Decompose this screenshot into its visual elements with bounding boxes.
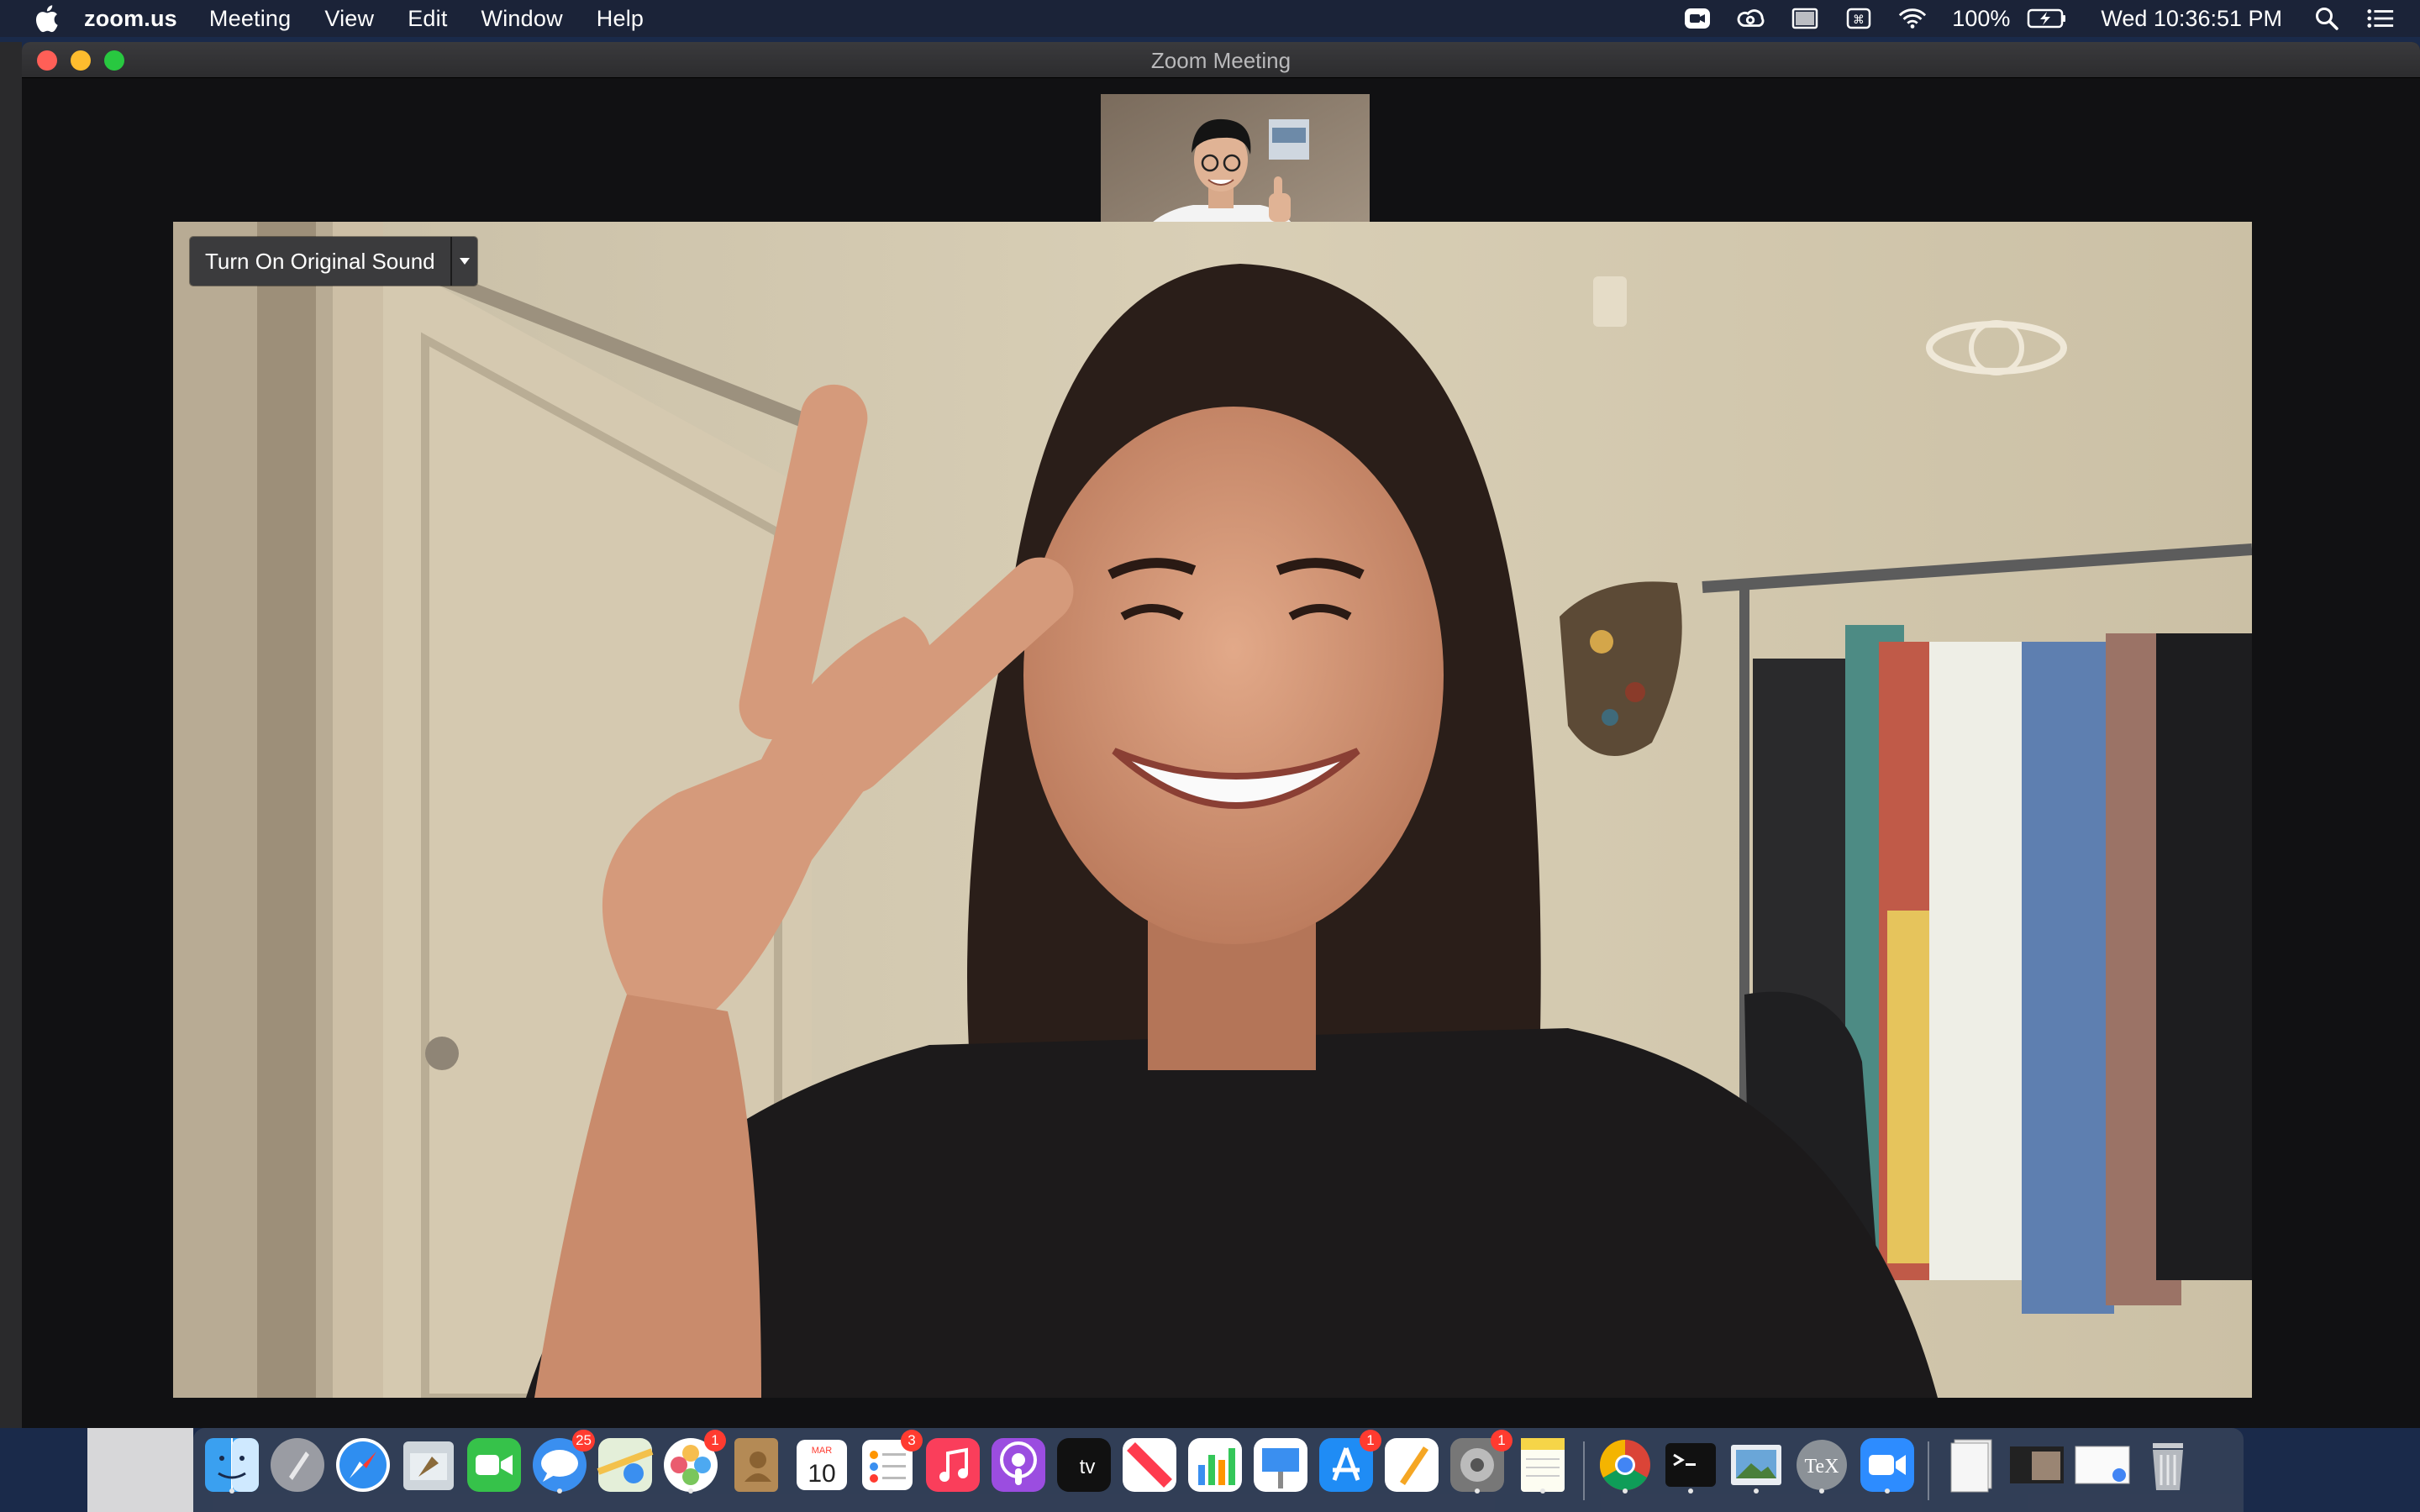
battery-icon[interactable] — [2027, 6, 2067, 31]
numbers-icon[interactable] — [1185, 1435, 1245, 1495]
app-menu-zoom[interactable]: zoom.us — [84, 6, 177, 32]
window-thumbnail-browser-icon[interactable] — [2072, 1435, 2133, 1495]
dock: 25 1 MAR 10 3 tv 1 1 TeX — [193, 1428, 2244, 1512]
preview-icon[interactable] — [1726, 1435, 1786, 1495]
display-icon[interactable] — [1791, 6, 1819, 31]
battery-percent: 100% — [1952, 5, 2011, 31]
original-sound-label[interactable]: Turn On Original Sound — [190, 237, 452, 286]
svg-text:⌘: ⌘ — [1853, 13, 1865, 27]
music-icon[interactable] — [923, 1435, 983, 1495]
reminders-badge: 3 — [901, 1430, 923, 1452]
zoom-status-icon[interactable] — [1683, 6, 1712, 31]
notes-icon[interactable] — [1512, 1435, 1573, 1495]
photos-icon[interactable]: 1 — [660, 1430, 726, 1495]
trash-icon[interactable] — [2138, 1435, 2198, 1495]
texshop-label: TeX — [1805, 1456, 1839, 1478]
menu-meeting[interactable]: Meeting — [209, 6, 291, 32]
wifi-icon[interactable] — [1898, 6, 1927, 31]
pages-icon[interactable] — [1381, 1435, 1442, 1495]
texshop-icon[interactable]: TeX — [1791, 1435, 1852, 1495]
original-sound-button[interactable]: Turn On Original Sound — [190, 237, 477, 286]
calendar-day: 10 — [808, 1460, 835, 1488]
maps-icon[interactable] — [595, 1435, 655, 1495]
photos-badge: 1 — [704, 1430, 726, 1452]
window-thumbnail-zoom-icon[interactable] — [2007, 1435, 2067, 1495]
app-store-badge: 1 — [1360, 1430, 1381, 1452]
app-store-icon[interactable]: 1 — [1316, 1430, 1381, 1495]
apple-tv-icon[interactable]: tv — [1054, 1435, 1114, 1495]
active-speaker-video[interactable]: Turn On Original Sound — [173, 222, 2252, 1398]
creative-cloud-icon[interactable] — [1737, 6, 1765, 31]
calendar-icon[interactable]: MAR 10 — [792, 1435, 852, 1495]
podcasts-icon[interactable] — [988, 1435, 1049, 1495]
launchpad-icon[interactable] — [267, 1435, 328, 1495]
original-sound-dropdown-icon[interactable] — [451, 237, 477, 286]
keyboard-icon[interactable]: ⌘ — [1844, 6, 1873, 31]
facetime-icon[interactable] — [464, 1435, 524, 1495]
chrome-icon[interactable] — [1595, 1435, 1655, 1495]
apple-tv-label: tv — [1080, 1456, 1096, 1478]
menu-view[interactable]: View — [324, 6, 374, 32]
documents-stack-icon[interactable] — [1941, 1435, 2002, 1495]
notification-center-icon[interactable] — [2366, 6, 2395, 31]
contacts-icon[interactable] — [726, 1435, 786, 1495]
spotlight-icon[interactable] — [2312, 6, 2341, 31]
menu-edit[interactable]: Edit — [408, 6, 447, 32]
menubar-clock[interactable]: Wed 10:36:51 PM — [2101, 6, 2282, 32]
news-icon[interactable] — [1119, 1435, 1180, 1495]
window-title: Zoom Meeting — [1150, 48, 1292, 73]
finder-icon[interactable] — [202, 1435, 262, 1495]
dock-separator — [1928, 1441, 1929, 1500]
mail-icon[interactable] — [398, 1435, 459, 1495]
system-preferences-badge: 1 — [1491, 1430, 1512, 1452]
apple-menu-icon[interactable] — [34, 4, 59, 33]
system-preferences-icon[interactable]: 1 — [1447, 1430, 1512, 1495]
messages-badge: 25 — [572, 1430, 595, 1452]
messages-icon[interactable]: 25 — [529, 1430, 595, 1495]
zoom-icon[interactable] — [1857, 1435, 1918, 1495]
background-window-edge — [0, 42, 22, 1428]
dock-separator — [1583, 1441, 1585, 1500]
menu-bar: zoom.us Meeting View Edit Window Help ⌘ … — [0, 0, 2420, 37]
window-titlebar[interactable]: Zoom Meeting — [22, 42, 2420, 78]
desktop-window-edge — [87, 1428, 193, 1512]
terminal-icon[interactable] — [1660, 1435, 1721, 1495]
reminders-icon[interactable]: 3 — [857, 1430, 923, 1495]
menu-help[interactable]: Help — [597, 6, 644, 32]
keynote-icon[interactable] — [1250, 1435, 1311, 1495]
safari-icon[interactable] — [333, 1435, 393, 1495]
calendar-month: MAR — [812, 1446, 833, 1456]
menu-window[interactable]: Window — [481, 6, 563, 32]
